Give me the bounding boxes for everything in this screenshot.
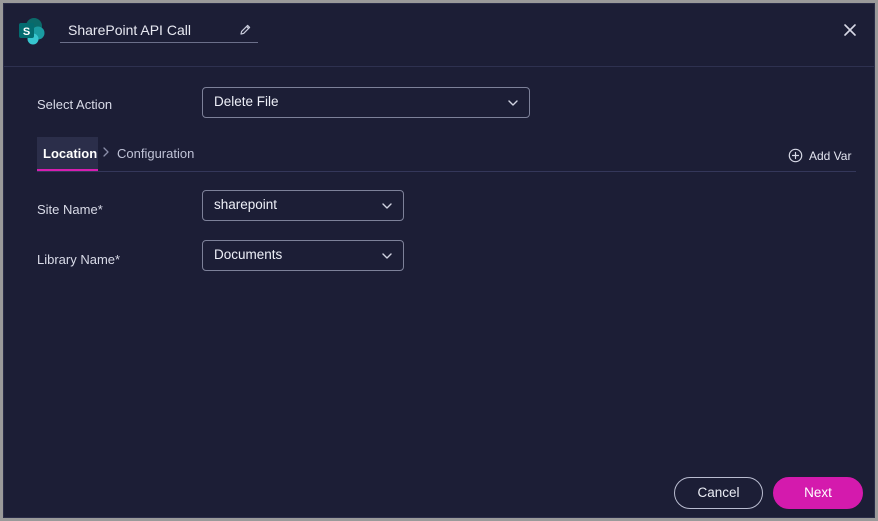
sharepoint-api-dialog: S SharePoint API Call Select Action Dele… [3, 3, 875, 518]
chevron-down-icon [382, 253, 392, 259]
close-icon[interactable] [842, 22, 858, 38]
add-var-label: Add Var [809, 149, 852, 163]
tab-configuration[interactable]: Configuration [117, 146, 194, 161]
tab-location[interactable]: Location [37, 137, 98, 171]
next-button[interactable]: Next [773, 477, 863, 509]
site-name-dropdown[interactable]: sharepoint [202, 190, 404, 221]
library-name-value: Documents [214, 247, 283, 262]
sharepoint-logo-icon: S [19, 18, 45, 45]
pencil-icon[interactable] [238, 23, 252, 37]
library-name-label: Library Name* [37, 252, 121, 267]
plus-circle-icon [788, 148, 803, 163]
select-action-dropdown[interactable]: Delete File [202, 87, 530, 118]
site-name-value: sharepoint [214, 197, 278, 212]
svg-text:S: S [23, 26, 30, 38]
chevron-down-icon [508, 100, 518, 106]
select-action-value: Delete File [214, 94, 279, 109]
library-name-dropdown[interactable]: Documents [202, 240, 404, 271]
tab-location-label: Location [43, 146, 98, 161]
site-name-label: Site Name* [37, 202, 103, 217]
tab-bar: Location Configuration Add Var [37, 137, 856, 172]
title-field[interactable]: SharePoint API Call [60, 18, 258, 43]
dialog-header: S SharePoint API Call [4, 4, 874, 67]
add-var-button[interactable]: Add Var [788, 148, 856, 164]
cancel-button[interactable]: Cancel [674, 477, 763, 509]
select-action-label: Select Action [37, 97, 113, 112]
chevron-down-icon [382, 203, 392, 209]
chevron-right-icon [103, 147, 109, 157]
dialog-title: SharePoint API Call [68, 22, 191, 38]
